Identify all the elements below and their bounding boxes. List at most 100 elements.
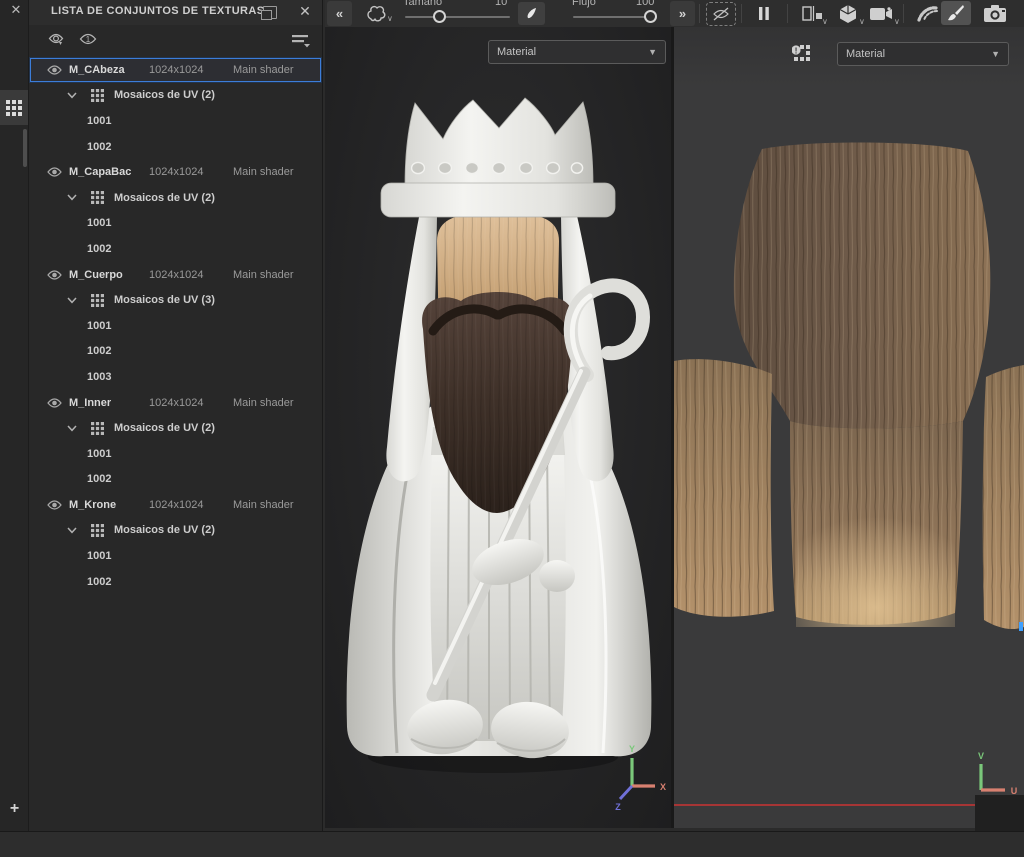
texture-set-shader[interactable]: Main shader (233, 269, 294, 281)
dock-close-icon[interactable]: ✕ (9, 3, 23, 17)
chevron-down-icon[interactable] (67, 297, 79, 304)
uv-tile-row[interactable]: 1002 (29, 339, 322, 365)
visibility-sync-eye-icon[interactable] (48, 32, 66, 47)
visibility-eye-icon[interactable] (47, 64, 63, 76)
texture-set-name: M_Krone (69, 499, 149, 511)
uv-tile-row[interactable]: 1003 (29, 364, 322, 390)
uv-tiles-group-row[interactable]: Mosaicos de UV (3) (29, 287, 322, 313)
brush-size-label: Tamaño (403, 0, 442, 8)
texture-set-row[interactable]: M_Krone1024x1024Main shader (29, 492, 322, 518)
axis-x-label: X (660, 782, 666, 792)
texture-set-row[interactable]: M_CapaBac1024x1024Main shader (29, 159, 322, 185)
viewport-corner-area (975, 795, 1024, 831)
brush-size-slider[interactable] (405, 16, 510, 18)
uv-scroll-indicator (1019, 622, 1023, 631)
uv-tile-row[interactable]: 1002 (29, 467, 322, 493)
uv-tiles-group-row[interactable]: Mosaicos de UV (2) (29, 185, 322, 211)
texture-set-list-panel: LISTA DE CONJUNTOS DE TEXTURAS ✕ 1 (29, 0, 323, 831)
brush-size-slider-handle[interactable] (433, 10, 446, 23)
collapse-toolbar-left-button[interactable]: « (327, 1, 352, 26)
uv-tile-row[interactable]: 1001 (29, 211, 322, 237)
symmetry-off-icon[interactable] (706, 2, 736, 26)
paint-mode-button[interactable] (941, 1, 971, 25)
texture-set-name: M_CapaBac (69, 166, 149, 178)
texture-set-row[interactable]: M_CAbeza1024x1024Main shader (29, 57, 322, 83)
texture-set-row[interactable]: M_Cuerpo1024x1024Main shader (29, 262, 322, 288)
axis-gizmo-3d: Y X Z (610, 742, 670, 817)
flow-slider[interactable] (573, 16, 652, 18)
particle-brush-icon[interactable] (913, 2, 941, 25)
grid-icon (6, 100, 22, 116)
uv-grid-icon (91, 294, 104, 307)
screenshot-camera-icon[interactable] (979, 2, 1013, 25)
uv-grid-icon (91, 191, 104, 204)
uv-tile-number: 1002 (87, 243, 111, 255)
close-panel-icon[interactable]: ✕ (297, 3, 313, 19)
add-dock-button[interactable]: + (6, 800, 23, 817)
uv-tiles-group-row[interactable]: Mosaicos de UV (2) (29, 83, 322, 109)
substance-painter-window: ✕ + LISTA DE CONJUNTOS DE TEXTURAS ✕ (0, 0, 1024, 857)
visibility-eye-icon[interactable] (47, 499, 63, 511)
panel-title: LISTA DE CONJUNTOS DE TEXTURAS (51, 5, 264, 17)
paintbrush-icon (947, 4, 965, 22)
flow-slider-handle[interactable] (644, 10, 657, 23)
king-figurine-3d-model[interactable] (325, 27, 671, 828)
dock-scrollbar[interactable] (23, 129, 27, 167)
texture-set-row[interactable]: M_Inner1024x1024Main shader (29, 390, 322, 416)
status-bar (0, 831, 1024, 857)
uv-tile-row[interactable]: 1002 (29, 236, 322, 262)
expand-toolbar-right-button[interactable]: » (670, 1, 695, 26)
uv-grid-icon (91, 422, 104, 435)
texture-set-name: M_Cuerpo (69, 269, 149, 281)
texture-set-shader[interactable]: Main shader (233, 166, 294, 178)
float-panel-icon[interactable] (263, 6, 277, 19)
axis-v-label: V (978, 751, 984, 761)
uv-tile-number: 1001 (87, 320, 111, 332)
flow-label: Flujo (572, 0, 596, 8)
texture-set-resolution: 1024x1024 (149, 269, 233, 281)
uv-tile-row[interactable]: 1002 (29, 134, 322, 160)
brush-shape-tool-icon[interactable]: ∨ (361, 2, 391, 26)
uv-tiles-label: Mosaicos de UV (2) (114, 89, 215, 101)
chevron-down-icon[interactable] (67, 527, 79, 534)
chevron-down-icon[interactable] (67, 194, 79, 201)
solo-visibility-eye-icon[interactable]: 1 (79, 32, 97, 47)
visibility-eye-icon[interactable] (47, 397, 63, 409)
uv-tile-row[interactable]: 1001 (29, 108, 322, 134)
left-dock-strip: ✕ + (0, 0, 29, 831)
texture-set-shader[interactable]: Main shader (233, 499, 294, 511)
uv-tiles-group-row[interactable]: Mosaicos de UV (2) (29, 415, 322, 441)
list-options-icon[interactable] (291, 33, 311, 48)
viewport-3d[interactable]: Material ▼ (325, 27, 671, 828)
uv-tile-number: 1001 (87, 448, 111, 460)
uv-tile-number: 1002 (87, 576, 111, 588)
uv-tile-row[interactable]: 1001 (29, 313, 322, 339)
uv-tiles-group-row[interactable]: Mosaicos de UV (2) (29, 518, 322, 544)
split-view-toggle-icon[interactable]: ∨ (798, 2, 828, 25)
pause-engine-icon[interactable] (753, 2, 775, 24)
uv-tile-row[interactable]: 1001 (29, 543, 322, 569)
mesh-cube-icon[interactable]: ∨ (833, 2, 863, 25)
chevron-down-icon[interactable] (67, 92, 79, 99)
texture-set-resolution: 1024x1024 (149, 64, 233, 76)
uv-tile-number: 1001 (87, 217, 111, 229)
texture-set-shader[interactable]: Main shader (233, 397, 294, 409)
texture-set-shader[interactable]: Main shader (233, 64, 294, 76)
chevron-down-icon[interactable] (67, 425, 79, 432)
uv-tile-number: 1002 (87, 473, 111, 485)
uv-tile-row[interactable]: 1001 (29, 441, 322, 467)
uv-texture-shells[interactable] (674, 27, 1024, 828)
viewport-2d-uv[interactable]: ! Material ▼ (674, 27, 1024, 828)
brush-tip-button[interactable] (518, 2, 545, 25)
texture-set-resolution: 1024x1024 (149, 166, 233, 178)
texture-set-name: M_CAbeza (69, 64, 149, 76)
uv-tile-number: 1002 (87, 141, 111, 153)
visibility-eye-icon[interactable] (47, 166, 63, 178)
axis-y-label: Y (629, 744, 635, 754)
uv-tile-row[interactable]: 1002 (29, 569, 322, 595)
uv-tiles-label: Mosaicos de UV (2) (114, 524, 215, 536)
visibility-eye-icon[interactable] (47, 269, 63, 281)
texture-set-resolution: 1024x1024 (149, 397, 233, 409)
texture-set-list-dock-icon[interactable] (0, 90, 28, 125)
camera-view-icon[interactable]: ∨ (866, 2, 898, 25)
